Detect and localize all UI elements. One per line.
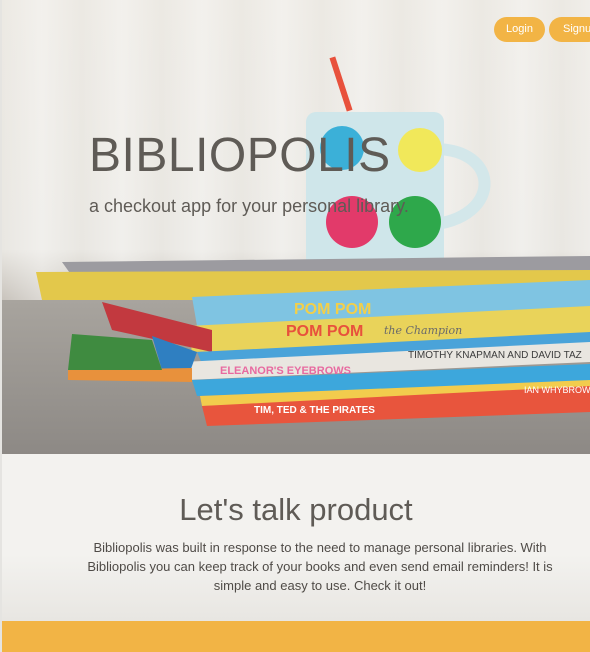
spine-text-2: POM POM <box>286 323 363 340</box>
footer-band <box>2 621 590 652</box>
product-title: Let's talk product <box>179 492 413 527</box>
hero-banner: POM POM POM POM the Champion ELEANOR'S E… <box>2 0 590 454</box>
hero-title: BIBLIOPOLIS <box>89 129 391 182</box>
signup-button[interactable]: Signup <box>549 17 590 42</box>
product-section: Let's talk product Bibliopolis was built… <box>2 454 590 621</box>
hero-subtitle: a checkout app for your personal library… <box>89 196 409 216</box>
spine-text-3: the Champion <box>384 324 462 337</box>
hero-photo-books-and-mug: POM POM POM POM the Champion ELEANOR'S E… <box>36 56 590 426</box>
product-description: Bibliopolis was built in response to the… <box>87 540 553 593</box>
login-button[interactable]: Login <box>494 17 545 42</box>
straw <box>329 56 353 112</box>
spine-text-5: TIMOTHY KNAPMAN AND DAVID TAZ <box>408 350 582 361</box>
spine-text-1: POM POM <box>294 301 371 318</box>
spine-text-6: TIM, TED & THE PIRATES <box>254 405 375 416</box>
book-green-cover <box>68 334 162 370</box>
spine-text-7: IAN WHYBROW <box>524 385 590 395</box>
book-orange-edge <box>68 368 192 382</box>
mug-dot-yellow <box>398 128 442 172</box>
